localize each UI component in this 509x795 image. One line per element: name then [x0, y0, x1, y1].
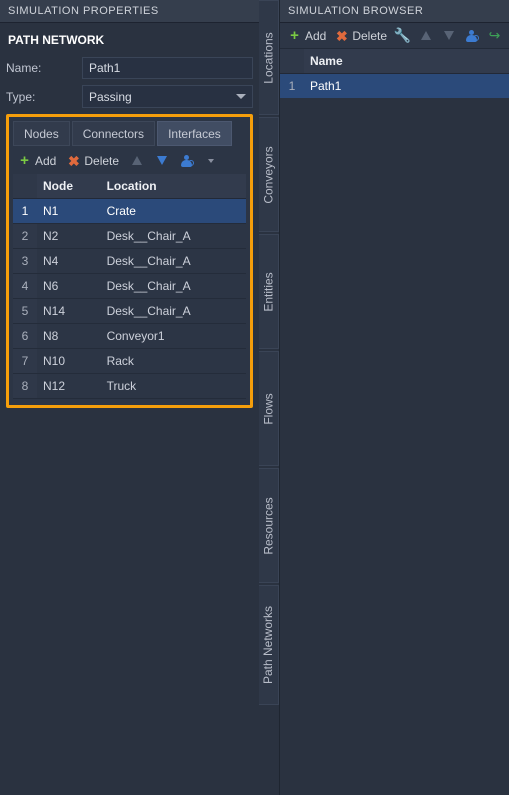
move-up-button[interactable] [125, 151, 148, 170]
table-row[interactable]: 3N4Desk__Chair_A [13, 249, 246, 274]
type-select[interactable]: Passing [82, 85, 253, 108]
col-location[interactable]: Location [101, 174, 246, 199]
x-icon: ✖ [66, 153, 81, 168]
add-label: Add [35, 154, 56, 168]
more-button[interactable] [200, 157, 218, 165]
table-row[interactable]: 1Path1 [280, 74, 509, 99]
browser-move-up-button[interactable] [415, 26, 436, 45]
cell-node[interactable]: N10 [37, 349, 101, 374]
plus-icon: + [287, 28, 302, 43]
cell-location[interactable]: Desk__Chair_A [101, 299, 246, 324]
caret-down-icon [208, 159, 214, 163]
table-row[interactable]: 4N6Desk__Chair_A [13, 274, 246, 299]
vtab-entities[interactable]: Entities [259, 234, 279, 349]
tab-connectors[interactable]: Connectors [72, 121, 155, 146]
wrench-icon: 🔧 [395, 28, 410, 43]
interfaces-toolbar: + Add ✖ Delete [13, 149, 246, 174]
cell-location[interactable]: Desk__Chair_A [101, 274, 246, 299]
type-value: Passing [89, 90, 132, 104]
share-icon: ↪ [487, 28, 502, 43]
table-row[interactable]: 7N10Rack [13, 349, 246, 374]
cell-location[interactable]: Conveyor1 [101, 324, 246, 349]
cell-node[interactable]: N6 [37, 274, 101, 299]
row-index: 2 [13, 224, 37, 249]
col-node[interactable]: Node [37, 174, 101, 199]
bcol-name[interactable]: Name [304, 49, 509, 74]
browser-settings-button[interactable]: 🔧 [392, 26, 413, 45]
name-label: Name: [6, 61, 82, 75]
add-button[interactable]: + Add [13, 151, 60, 170]
person-search-icon [466, 30, 478, 42]
type-label: Type: [6, 90, 82, 104]
browser-move-down-button[interactable] [438, 26, 459, 45]
bcol-index [280, 49, 304, 74]
arrow-down-icon [444, 31, 454, 40]
move-down-button[interactable] [150, 151, 173, 170]
arrow-down-icon [157, 156, 167, 165]
delete-label: Delete [84, 154, 119, 168]
table-row[interactable]: 2N2Desk__Chair_A [13, 224, 246, 249]
cell-location[interactable]: Crate [101, 199, 246, 224]
browser-find-button[interactable] [461, 26, 482, 45]
properties-header: SIMULATION PROPERTIES [0, 0, 259, 23]
simulation-properties-panel: SIMULATION PROPERTIES PATH NETWORK Name:… [0, 0, 259, 795]
cell-node[interactable]: N8 [37, 324, 101, 349]
interfaces-table: Node Location 1N1Crate2N2Desk__Chair_A3N… [13, 174, 246, 399]
browser-delete-button[interactable]: ✖ Delete [331, 26, 390, 45]
category-tabs: Locations Conveyors Entities Flows Resou… [259, 0, 279, 795]
simulation-browser-panel: SIMULATION BROWSER + Add ✖ Delete 🔧 ↪ Na… [279, 0, 509, 795]
table-row[interactable]: 1N1Crate [13, 199, 246, 224]
chevron-down-icon [236, 94, 246, 99]
arrow-up-icon [132, 156, 142, 165]
row-index: 1 [13, 199, 37, 224]
cell-name[interactable]: Path1 [304, 74, 509, 99]
cell-node[interactable]: N12 [37, 374, 101, 399]
row-index: 8 [13, 374, 37, 399]
browser-header: SIMULATION BROWSER [280, 0, 509, 23]
row-index: 7 [13, 349, 37, 374]
vtab-locations[interactable]: Locations [259, 0, 279, 115]
browser-table: Name 1Path1 [280, 49, 509, 98]
vtab-resources[interactable]: Resources [259, 468, 279, 583]
x-icon: ✖ [334, 28, 349, 43]
browser-share-button[interactable]: ↪ [484, 26, 505, 45]
row-index: 5 [13, 299, 37, 324]
tab-interfaces[interactable]: Interfaces [157, 121, 232, 146]
cell-node[interactable]: N4 [37, 249, 101, 274]
person-search-icon [181, 155, 193, 167]
browser-toolbar: + Add ✖ Delete 🔧 ↪ [280, 23, 509, 49]
cell-node[interactable]: N1 [37, 199, 101, 224]
tab-nodes[interactable]: Nodes [13, 121, 70, 146]
table-row[interactable]: 8N12Truck [13, 374, 246, 399]
vtab-conveyors[interactable]: Conveyors [259, 117, 279, 232]
table-row[interactable]: 6N8Conveyor1 [13, 324, 246, 349]
arrow-up-icon [421, 31, 431, 40]
cell-location[interactable]: Rack [101, 349, 246, 374]
section-title: PATH NETWORK [6, 27, 253, 57]
browser-add-button[interactable]: + Add [284, 26, 329, 45]
cell-location[interactable]: Desk__Chair_A [101, 224, 246, 249]
name-input[interactable] [82, 57, 253, 79]
find-button[interactable] [175, 151, 198, 170]
row-index: 4 [13, 274, 37, 299]
browser-add-label: Add [305, 29, 326, 43]
vtab-pathnetworks[interactable]: Path Networks [259, 585, 279, 705]
browser-delete-label: Delete [352, 29, 387, 43]
cell-location[interactable]: Truck [101, 374, 246, 399]
interfaces-group: Nodes Connectors Interfaces + Add ✖ Dele… [6, 114, 253, 408]
row-index: 3 [13, 249, 37, 274]
col-index [13, 174, 37, 199]
table-row[interactable]: 5N14Desk__Chair_A [13, 299, 246, 324]
delete-button[interactable]: ✖ Delete [62, 151, 123, 170]
cell-node[interactable]: N2 [37, 224, 101, 249]
cell-node[interactable]: N14 [37, 299, 101, 324]
vtab-flows[interactable]: Flows [259, 351, 279, 466]
plus-icon: + [17, 153, 32, 168]
row-index: 1 [280, 74, 304, 99]
cell-location[interactable]: Desk__Chair_A [101, 249, 246, 274]
row-index: 6 [13, 324, 37, 349]
